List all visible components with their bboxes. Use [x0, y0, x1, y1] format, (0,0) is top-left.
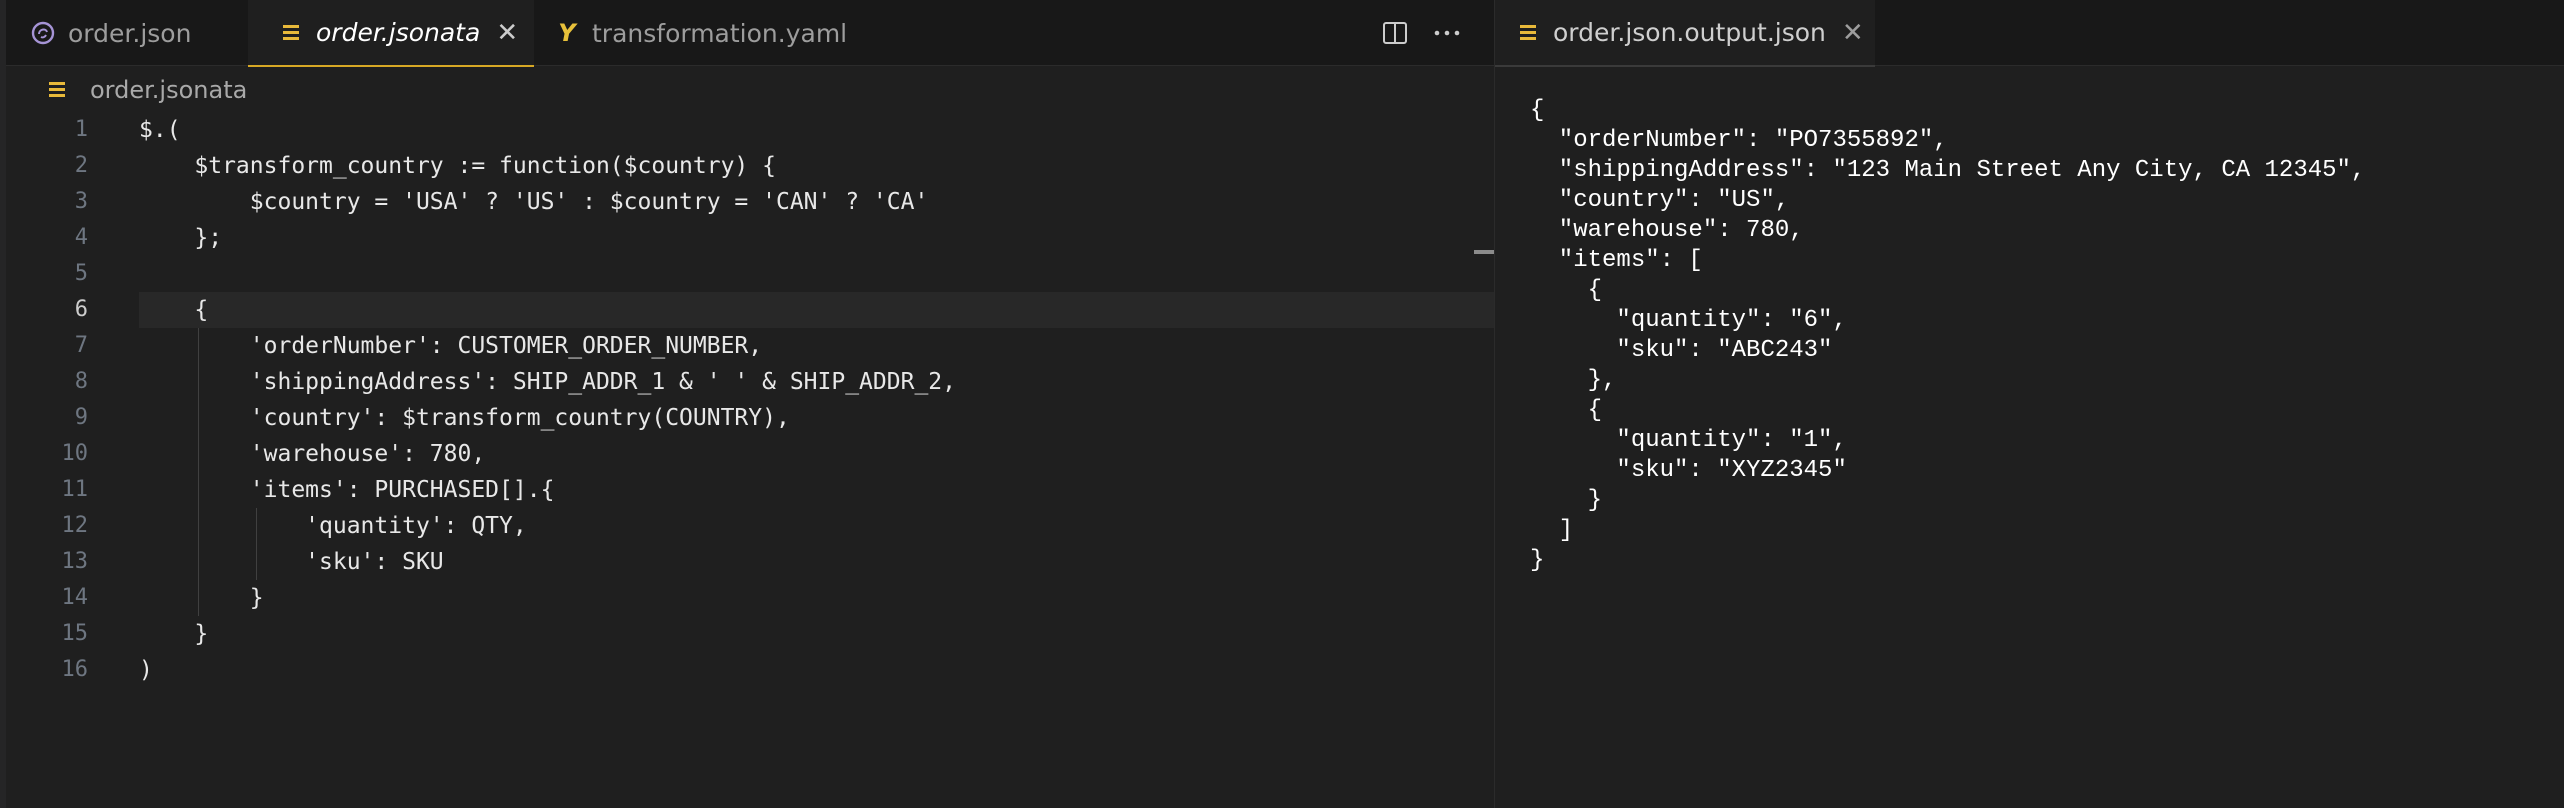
code-line: $country = 'USA' ? 'US' : $country = 'CA… [139, 189, 929, 215]
split-editor-icon[interactable] [1378, 16, 1412, 50]
line-number: 14 [61, 585, 89, 610]
output-line: { [1530, 97, 1545, 124]
close-icon[interactable]: ✕ [496, 20, 518, 46]
lines-icon [278, 20, 304, 46]
line-number: 8 [74, 369, 88, 394]
tab-order-json-output[interactable]: order.json.output.json ✕ [1495, 0, 1875, 67]
tab-order-json[interactable]: order.json [30, 0, 246, 66]
code-line: } [139, 585, 264, 611]
output-line: "sku": "ABC243" [1530, 337, 1833, 364]
output-line: { [1530, 277, 1603, 304]
breadcrumb[interactable]: order.jsonata [44, 70, 247, 110]
line-number: 3 [74, 189, 88, 214]
output-line: "sku": "XYZ2345" [1530, 457, 1847, 484]
code-line: $transform_country := function($country)… [139, 153, 776, 179]
code-line: $.( [139, 117, 181, 143]
lines-icon [1515, 20, 1541, 46]
json-output-view[interactable]: { "orderNumber": "PO7355892", "shippingA… [1530, 96, 2365, 576]
output-line: "quantity": "1", [1530, 427, 1847, 454]
line-number: 16 [61, 657, 89, 682]
tab-label: order.jsonata [316, 18, 481, 47]
output-line: ] [1530, 517, 1574, 544]
tab-label: order.json.output.json [1553, 18, 1826, 47]
more-actions-icon[interactable] [1430, 16, 1464, 50]
code-line: } [139, 621, 209, 647]
output-line: "orderNumber": "PO7355892", [1530, 127, 1948, 154]
tab-order-jsonata[interactable]: order.jsonata ✕ [248, 0, 534, 67]
tab-label: transformation.yaml [592, 18, 848, 48]
output-line: "quantity": "6", [1530, 307, 1847, 334]
line-number-gutter: 1 2 3 4 5 6 7 8 9 10 11 12 13 14 15 16 [6, 112, 89, 688]
code-line: 'shippingAddress': SHIP_ADDR_1 & ' ' & S… [139, 369, 956, 395]
lines-icon [44, 77, 70, 103]
left-editor-group: order.json order.jsonata ✕ Y transformat… [6, 0, 1500, 808]
close-icon[interactable]: ✕ [1842, 20, 1864, 46]
output-line: "items": [ [1530, 247, 1703, 274]
code-line: 'items': PURCHASED[].{ [139, 477, 555, 503]
line-number: 11 [61, 477, 89, 502]
right-tab-bar: order.json.output.json ✕ [1495, 0, 2564, 67]
line-number: 4 [74, 225, 88, 250]
line-number: 9 [74, 405, 88, 430]
output-line: { [1530, 397, 1603, 424]
output-line: }, [1530, 367, 1617, 394]
code-editor[interactable]: $.( $transform_country := function($coun… [139, 112, 1494, 688]
code-line: 'quantity': QTY, [139, 513, 527, 539]
output-line: } [1530, 547, 1545, 574]
breadcrumb-file: order.jsonata [90, 76, 248, 104]
line-number: 10 [61, 441, 89, 466]
left-tab-bar: order.json order.jsonata ✕ Y transformat… [6, 0, 1494, 67]
line-number: 1 [74, 117, 88, 142]
tab-transformation-yaml[interactable]: Y transformation.yaml [554, 0, 884, 66]
line-number: 13 [61, 549, 89, 574]
tab-label: order.json [68, 18, 192, 48]
code-line: 'country': $transform_country(COUNTRY), [139, 405, 790, 431]
code-line: 'sku': SKU [139, 549, 444, 575]
line-number: 15 [61, 621, 89, 646]
output-line: } [1530, 487, 1603, 514]
code-line: ) [139, 657, 153, 683]
code-line: }; [139, 225, 223, 251]
line-number: 12 [61, 513, 89, 538]
line-number-current: 6 [74, 297, 88, 322]
right-editor-group: order.json.output.json ✕ { "orderNumber"… [1495, 0, 2564, 808]
line-number: 5 [74, 261, 88, 286]
output-line: "warehouse": 780, [1530, 217, 1804, 244]
code-line-current: { [139, 297, 209, 323]
output-line: "country": "US", [1530, 187, 1790, 214]
output-line: "shippingAddress": "123 Main Street Any … [1530, 157, 2366, 184]
line-number: 2 [74, 153, 88, 178]
code-line: 'orderNumber': CUSTOMER_ORDER_NUMBER, [139, 333, 763, 359]
jsonata-logo-icon [30, 20, 56, 46]
yaml-icon: Y [558, 19, 576, 47]
line-number: 7 [74, 333, 88, 358]
code-line: 'warehouse': 780, [139, 441, 486, 467]
